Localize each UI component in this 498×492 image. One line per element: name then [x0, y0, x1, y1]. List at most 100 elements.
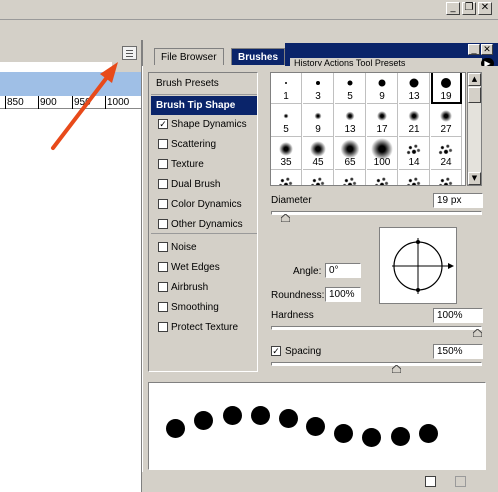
new-preset-icon[interactable] [425, 476, 436, 487]
hard-round-brush-icon [378, 79, 386, 87]
diameter-slider[interactable] [271, 211, 482, 215]
spacing-slider-thumb[interactable] [392, 365, 402, 373]
tab-file-browser[interactable]: File Browser [154, 48, 224, 65]
option-protect-texture[interactable]: Protect Texture [151, 318, 257, 337]
brush-preset-cell[interactable]: 9 [367, 73, 398, 104]
tab-brushes[interactable]: Brushes [231, 48, 286, 65]
option-checkbox[interactable] [158, 302, 168, 312]
scroll-thumb[interactable] [468, 87, 481, 103]
brush-preset-cell[interactable]: 14 [399, 137, 430, 170]
brush-tip-shape-item[interactable]: Brush Tip Shape [151, 96, 257, 115]
angle-crosshair-icon[interactable] [380, 228, 456, 303]
option-label: Noise [171, 242, 197, 253]
spacing-checkbox[interactable]: ✓ [271, 346, 281, 356]
soft-round-brush-icon [314, 112, 322, 120]
brush-preset-cell[interactable] [399, 170, 430, 185]
brush-preset-cell[interactable] [335, 170, 366, 185]
soft-round-brush-icon [310, 141, 326, 157]
option-color-dynamics[interactable]: Color Dynamics [151, 195, 257, 214]
spacing-field[interactable]: 150% [433, 344, 483, 359]
angle-field[interactable]: 0° [325, 263, 361, 278]
preview-dab [166, 419, 185, 438]
option-checkbox[interactable] [158, 242, 168, 252]
option-checkbox[interactable] [158, 262, 168, 272]
option-checkbox[interactable] [158, 159, 168, 169]
brush-preset-cell[interactable]: 5 [335, 73, 366, 104]
palette-dock-icon[interactable] [122, 46, 137, 60]
brush-preset-cell[interactable]: 5 [271, 104, 302, 137]
brush-preset-cell[interactable]: 13 [399, 73, 430, 104]
brush-size-label: 65 [344, 157, 356, 168]
preview-dab [391, 427, 410, 446]
diameter-field[interactable]: 19 px [433, 193, 483, 208]
hardness-slider-thumb[interactable] [473, 329, 482, 337]
brush-options-list: Brush Presets Brush Tip Shape ✓ Shape Dyn… [148, 72, 258, 372]
angle-label: Angle: [293, 266, 322, 277]
diameter-slider-thumb[interactable] [281, 214, 291, 222]
brush-preset-cell[interactable]: 27 [431, 104, 462, 137]
option-wet-edges[interactable]: Wet Edges [151, 258, 257, 277]
brush-preset-cell[interactable]: 13 [335, 104, 366, 137]
brush-preset-cell[interactable]: 21 [399, 104, 430, 137]
brush-preset-cell[interactable]: 35 [271, 137, 302, 170]
hardness-slider[interactable] [271, 326, 482, 330]
option-checkbox[interactable] [158, 199, 168, 209]
brush-preset-cell[interactable]: 100 [367, 137, 398, 170]
option-other-dynamics[interactable]: Other Dynamics [151, 215, 257, 234]
panel-close-button[interactable]: ✕ [481, 44, 493, 55]
option-checkbox[interactable] [158, 139, 168, 149]
option-airbrush[interactable]: Airbrush [151, 278, 257, 297]
spacing-slider[interactable] [271, 362, 482, 366]
soft-round-brush-icon [440, 110, 452, 122]
restore-button[interactable]: ❐ [462, 2, 476, 15]
roundness-field[interactable]: 100% [325, 287, 361, 302]
option-checkbox[interactable] [158, 219, 168, 229]
brush-size-label: 5 [283, 124, 289, 135]
hardness-field[interactable]: 100% [433, 308, 483, 323]
brush-preset-cell[interactable]: 65 [335, 137, 366, 170]
scroll-up-button[interactable]: ▲ [468, 73, 481, 86]
option-texture[interactable]: Texture [151, 155, 257, 174]
soft-round-brush-icon [283, 113, 289, 119]
brush-size-label: 3 [315, 91, 321, 102]
palette-bottom-bar [142, 472, 498, 492]
option-label: Shape Dynamics [171, 119, 247, 130]
option-checkbox[interactable]: ✓ [158, 119, 168, 129]
ruler-label: 1000 [107, 97, 130, 108]
brush-preset-cell[interactable]: 19 [431, 73, 462, 104]
brush-preset-cell[interactable]: 9 [303, 104, 334, 137]
brush-preset-cell[interactable]: 45 [303, 137, 334, 170]
preview-dab [334, 424, 353, 443]
option-dual-brush[interactable]: Dual Brush [151, 175, 257, 194]
panel-minimize-button[interactable]: _ [468, 44, 480, 55]
brush-preset-cell[interactable] [271, 170, 302, 185]
option-smoothing[interactable]: Smoothing [151, 298, 257, 317]
close-button[interactable]: ✕ [478, 2, 492, 15]
angle-roundness-preview[interactable] [379, 227, 457, 304]
option-checkbox[interactable] [158, 282, 168, 292]
brush-preset-cell[interactable] [367, 170, 398, 185]
brush-preset-cell[interactable] [303, 170, 334, 185]
brush-presets-item[interactable]: Brush Presets [151, 74, 257, 93]
brush-preset-cell[interactable]: 3 [303, 73, 334, 104]
option-checkbox[interactable] [158, 179, 168, 189]
document-canvas[interactable] [0, 62, 141, 492]
minimize-button[interactable]: _ [446, 2, 460, 15]
option-checkbox[interactable] [158, 322, 168, 332]
ruler-label: 950 [74, 97, 91, 108]
trash-icon[interactable] [455, 476, 466, 487]
scroll-down-button[interactable]: ▼ [468, 172, 481, 185]
hard-round-brush-icon [441, 78, 451, 88]
brush-preset-cell[interactable] [431, 170, 462, 185]
brush-preset-cell[interactable]: 17 [367, 104, 398, 137]
option-noise[interactable]: Noise [151, 238, 257, 257]
preview-dab [251, 406, 270, 425]
option-shape-dynamics[interactable]: ✓ Shape Dynamics [151, 115, 257, 134]
ruler-label: 850 [7, 97, 24, 108]
brush-size-label: 45 [312, 157, 324, 168]
option-scattering[interactable]: Scattering [151, 135, 257, 154]
spatter-brush-icon [373, 175, 391, 185]
brush-preset-cell[interactable]: 1 [271, 73, 302, 104]
brush-preset-cell[interactable]: 24 [431, 137, 462, 170]
brush-grid-scrollbar[interactable]: ▲ ▼ [467, 72, 482, 186]
